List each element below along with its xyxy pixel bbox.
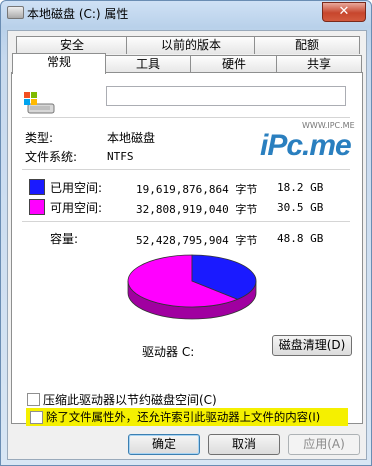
capacity-label: 容量: [50, 232, 79, 246]
ok-button[interactable]: 确定 [128, 434, 200, 455]
filesystem-value: NTFS [107, 150, 134, 163]
free-space-label: 可用空间: [50, 201, 103, 215]
apply-button[interactable]: 应用(A) [288, 434, 360, 455]
used-space-bytes: 19,619,876,864 字节 [136, 183, 258, 196]
index-checkbox[interactable] [30, 411, 43, 424]
separator [22, 221, 350, 222]
capacity-bytes: 52,428,795,904 字节 [136, 234, 258, 247]
cancel-button[interactable]: 取消 [208, 434, 280, 455]
close-button[interactable]: ✕ [322, 2, 366, 22]
properties-window: 本地磁盘 (C:) 属性 ✕ 安全 以前的版本 配额 常规 工具 硬件 共享 W… [0, 0, 372, 466]
window-icon [7, 6, 24, 19]
separator [22, 117, 350, 118]
close-icon: ✕ [338, 4, 350, 19]
index-label: 除了文件属性外，还允许索引此驱动器上文件的内容(I) [46, 410, 321, 424]
type-label: 类型: [25, 131, 54, 145]
tab-previous-versions[interactable]: 以前的版本 [126, 36, 256, 54]
free-space-swatch [29, 199, 45, 215]
tab-security[interactable]: 安全 [16, 36, 128, 54]
title-bar[interactable]: 本地磁盘 (C:) 属性 ✕ [1, 1, 371, 25]
drive-icon [24, 92, 55, 114]
capacity-gb: 48.8 GB [277, 232, 324, 245]
watermark-logo: iPc.me [260, 129, 352, 162]
separator [22, 169, 350, 170]
free-space-bytes: 32,808,919,040 字节 [136, 203, 258, 216]
type-value: 本地磁盘 [107, 131, 156, 145]
tab-sharing[interactable]: 共享 [276, 55, 362, 73]
tab-quota[interactable]: 配额 [254, 36, 360, 54]
volume-name-input[interactable] [106, 86, 346, 106]
disk-cleanup-button[interactable]: 磁盘清理(D) [272, 335, 352, 356]
window-title: 本地磁盘 (C:) 属性 [27, 7, 129, 21]
tab-hardware[interactable]: 硬件 [190, 55, 278, 73]
drive-letter-label: 驱动器 C: [142, 345, 195, 359]
dialog-client-area: 安全 以前的版本 配额 常规 工具 硬件 共享 WWW.IPC.ME iPc.m… [7, 30, 367, 460]
tab-general[interactable]: 常规 [12, 53, 106, 74]
general-panel: WWW.IPC.ME iPc.me 类型: 本地磁盘 文件系统: NTFS 已用… [11, 72, 363, 424]
tab-tools[interactable]: 工具 [104, 55, 192, 73]
disk-usage-pie [127, 254, 257, 320]
free-space-gb: 30.5 GB [277, 201, 324, 214]
compress-label: 压缩此驱动器以节约磁盘空间(C) [43, 393, 217, 407]
used-space-label: 已用空间: [50, 181, 103, 195]
filesystem-label: 文件系统: [25, 150, 78, 164]
compress-checkbox[interactable] [27, 393, 40, 406]
used-space-swatch [29, 179, 45, 195]
used-space-gb: 18.2 GB [277, 181, 324, 194]
